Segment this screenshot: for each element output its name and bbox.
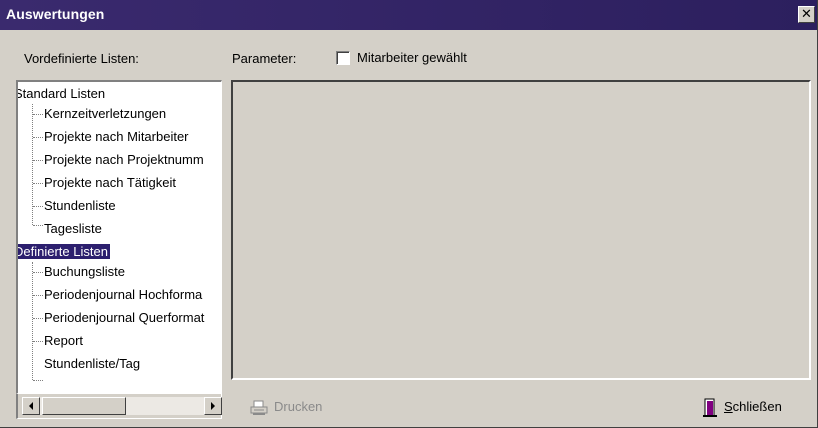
tree-group-definierte-listen[interactable]: Definierte Listen bbox=[16, 242, 110, 262]
tree-connector bbox=[32, 262, 33, 380]
tree-connector bbox=[33, 380, 43, 381]
tree-item-kernzeitverletzungen[interactable]: Kernzeitverletzungen bbox=[44, 104, 166, 124]
tree-connector bbox=[33, 341, 43, 342]
tree-item-buchungsliste[interactable]: Buchungsliste bbox=[44, 262, 125, 282]
title-bar[interactable]: Auswertungen ✕ bbox=[0, 0, 817, 30]
parameter-panel bbox=[231, 80, 811, 380]
tree-horizontal-scrollbar[interactable] bbox=[16, 394, 222, 419]
scroll-thumb[interactable] bbox=[42, 397, 126, 415]
close-accelerator: S bbox=[724, 399, 733, 414]
tree-connector bbox=[33, 295, 43, 296]
close-icon: ✕ bbox=[801, 6, 812, 21]
tree-item-stundenliste[interactable]: Stundenliste bbox=[44, 196, 116, 216]
employee-selected-checkbox[interactable] bbox=[336, 51, 350, 65]
door-exit-icon bbox=[703, 398, 717, 417]
tree-connector bbox=[33, 137, 43, 138]
tree-group-label: Definierte Listen bbox=[16, 244, 110, 259]
tree-connector bbox=[33, 206, 43, 207]
scroll-right-button[interactable] bbox=[204, 397, 222, 415]
tree-item-projekte-nach-mitarbeiter[interactable]: Projekte nach Mitarbeiter bbox=[44, 127, 189, 147]
arrow-right-icon bbox=[211, 402, 215, 410]
close-window-button[interactable]: ✕ bbox=[798, 6, 815, 23]
tree-connector bbox=[33, 183, 43, 184]
arrow-left-icon bbox=[29, 402, 33, 410]
tree-connector bbox=[33, 225, 43, 226]
tree-connector bbox=[33, 160, 43, 161]
parameter-label: Parameter: bbox=[232, 51, 297, 66]
employee-selected-label[interactable]: Mitarbeiter gewählt bbox=[357, 50, 467, 65]
close-button-label: chließen bbox=[732, 399, 782, 414]
tree-item-periodenjournal-hochformat[interactable]: Periodenjournal Hochforma bbox=[44, 285, 202, 305]
print-button[interactable]: Drucken bbox=[250, 396, 322, 418]
print-button-label: Drucken bbox=[274, 399, 323, 414]
close-button[interactable]: Schließen bbox=[702, 396, 782, 418]
tree-item-tagesliste[interactable]: Tagesliste bbox=[44, 219, 102, 239]
printer-icon bbox=[250, 400, 268, 415]
tree-item-periodenjournal-querformat[interactable]: Periodenjournal Querformat bbox=[44, 308, 204, 328]
predefined-lists-label: Vordefinierte Listen: bbox=[24, 51, 139, 66]
tree-item-projekte-nach-taetigkeit[interactable]: Projekte nach Tätigkeit bbox=[44, 173, 176, 193]
tree-item-report[interactable]: Report bbox=[44, 331, 83, 351]
list-tree[interactable]: Standard Listen Kernzeitverletzungen Pro… bbox=[16, 80, 222, 394]
scroll-left-button[interactable] bbox=[22, 397, 40, 415]
tree-connector bbox=[33, 114, 43, 115]
tree-connector bbox=[33, 318, 43, 319]
tree-group-standard-listen[interactable]: Standard Listen bbox=[16, 84, 106, 104]
auswertungen-dialog: Auswertungen ✕ Vordefinierte Listen: Par… bbox=[0, 0, 818, 428]
tree-item-stundenliste-tag[interactable]: Stundenliste/Tag bbox=[44, 354, 140, 374]
window-title: Auswertungen bbox=[6, 6, 105, 22]
tree-connector bbox=[33, 272, 43, 273]
tree-group-label: Standard Listen bbox=[16, 86, 106, 101]
tree-item-projekte-nach-projektnummer[interactable]: Projekte nach Projektnumm bbox=[44, 150, 204, 170]
